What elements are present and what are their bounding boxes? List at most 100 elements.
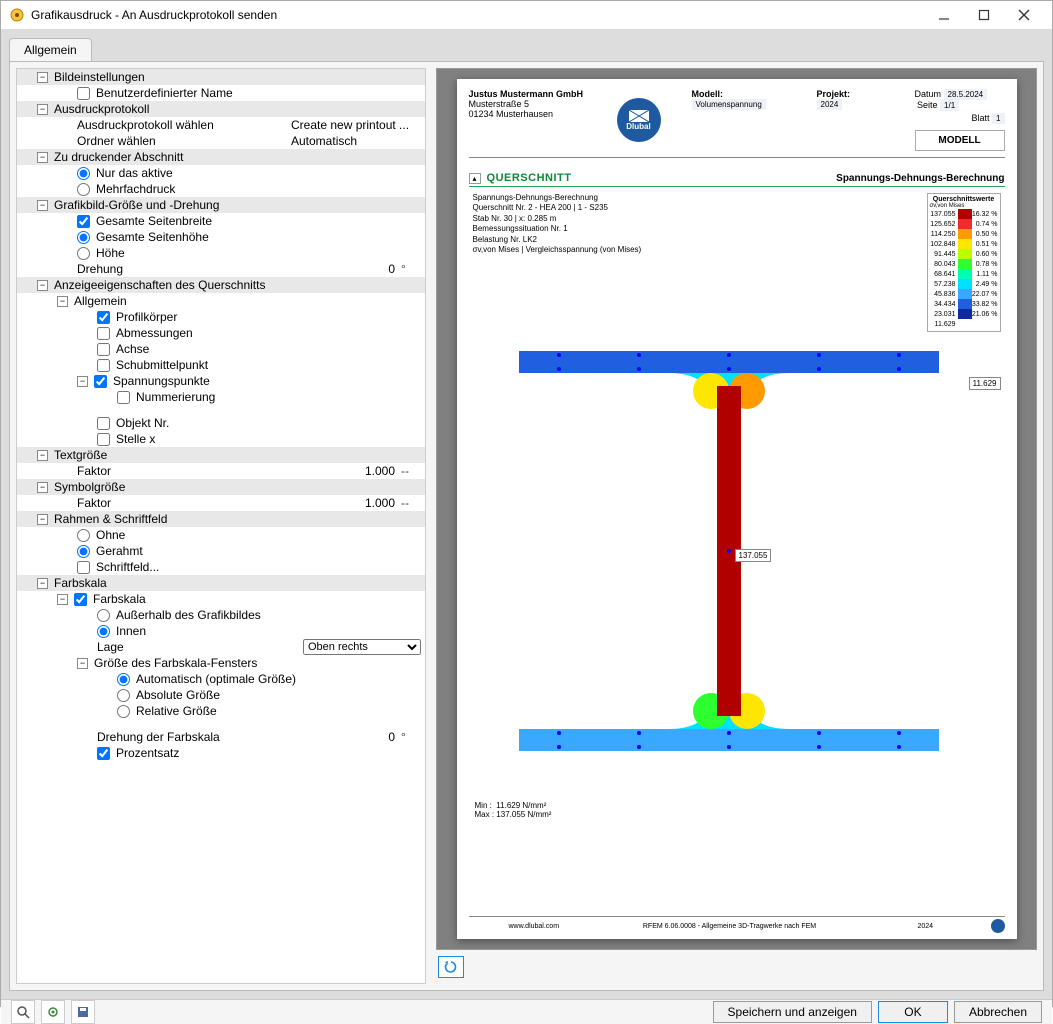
row-stelle-x[interactable]: Stelle x (17, 431, 425, 447)
radio-mehrfachdruck[interactable] (77, 183, 90, 196)
row-nur-das-aktive[interactable]: Nur das aktive (17, 165, 425, 181)
row-gesamte-seitenbreite[interactable]: Gesamte Seitenbreite (17, 213, 425, 229)
collapse-icon[interactable]: − (37, 200, 48, 211)
section-anzeigeeigenschaften: − Anzeigeeigenschaften des Querschnitts (17, 277, 425, 293)
radio-gesamte-seitenhoehe[interactable] (77, 231, 90, 244)
row-benutzerdefinierter-name[interactable]: Benutzerdefinierter Name (17, 85, 425, 101)
refresh-bar (436, 950, 1037, 984)
row-gerahmt[interactable]: Gerahmt (17, 543, 425, 559)
refresh-button[interactable] (438, 956, 464, 978)
row-profilkoerper[interactable]: Profilkörper (17, 309, 425, 325)
maximize-button[interactable] (964, 1, 1004, 29)
val-symbol-faktor[interactable]: 1.000 (331, 496, 401, 510)
row-allgemein[interactable]: − Allgemein (17, 293, 425, 309)
row-hoehe[interactable]: Höhe (17, 245, 425, 261)
row-innen[interactable]: Innen (17, 623, 425, 639)
collapse-icon[interactable]: − (37, 450, 48, 461)
chk-schubmittelpunkt[interactable] (97, 359, 110, 372)
row-spannungspunkte[interactable]: −Spannungspunkte (17, 373, 425, 389)
save-button[interactable] (71, 1000, 95, 1024)
val-ausdruckprotokoll[interactable]: Create new printout ... (291, 118, 421, 132)
radio-absolute-groesse[interactable] (117, 689, 130, 702)
page-header: Justus Mustermann GmbH Musterstraße 5 01… (469, 89, 1005, 158)
row-symbol-faktor[interactable]: Faktor 1.000 -- (17, 495, 425, 511)
row-achse[interactable]: Achse (17, 341, 425, 357)
collapse-icon[interactable]: − (37, 514, 48, 525)
val-ordner[interactable]: Automatisch (291, 134, 421, 148)
minimize-button[interactable] (924, 1, 964, 29)
row-gesamte-seitenhoehe[interactable]: Gesamte Seitenhöhe (17, 229, 425, 245)
section-textgroesse: − Textgröße (17, 447, 425, 463)
collapse-icon[interactable]: − (57, 594, 68, 605)
chk-farbskala[interactable] (74, 593, 87, 606)
row-mehrfachdruck[interactable]: Mehrfachdruck (17, 181, 425, 197)
val-text-faktor[interactable]: 1.000 (331, 464, 401, 478)
radio-ohne[interactable] (77, 529, 90, 542)
header-model: Modell: Volumenspannung (692, 89, 809, 151)
collapse-icon[interactable]: − (37, 482, 48, 493)
row-prozentsatz[interactable]: Prozentsatz (17, 745, 425, 761)
save-and-show-button[interactable]: Speichern und anzeigen (713, 1001, 872, 1023)
chk-profilkoerper[interactable] (97, 311, 110, 324)
cancel-button[interactable]: Abbrechen (954, 1001, 1042, 1023)
chk-spannungspunkte[interactable] (94, 375, 107, 388)
row-schubmittelpunkt[interactable]: Schubmittelpunkt (17, 357, 425, 373)
collapse-icon[interactable]: − (57, 296, 68, 307)
row-text-faktor[interactable]: Faktor 1.000 -- (17, 463, 425, 479)
row-nummerierung[interactable]: Nummerierung (17, 389, 425, 405)
ok-button[interactable]: OK (878, 1001, 948, 1023)
row-ausdruckprotokoll-waehlen[interactable]: Ausdruckprotokoll wählen Create new prin… (17, 117, 425, 133)
radio-nur-das-aktive[interactable] (77, 167, 90, 180)
row-absolute-groesse[interactable]: Absolute Größe (17, 687, 425, 703)
collapse-icon[interactable]: − (37, 152, 48, 163)
chk-prozentsatz[interactable] (97, 747, 110, 760)
row-lage[interactable]: Lage Oben rechts (17, 639, 425, 655)
chk-stelle-x[interactable] (97, 433, 110, 446)
radio-hoehe[interactable] (77, 247, 90, 260)
radio-automatisch[interactable] (117, 673, 130, 686)
row-farbskala-chk[interactable]: −Farbskala (17, 591, 425, 607)
row-drehung-farbskala[interactable]: Drehung der Farbskala 0 ° (17, 729, 425, 745)
close-button[interactable] (1004, 1, 1044, 29)
row-ordner-waehlen[interactable]: Ordner wählen Automatisch (17, 133, 425, 149)
tab-general[interactable]: Allgemein (9, 38, 92, 61)
row-drehung[interactable]: Drehung 0 ° (17, 261, 425, 277)
row-objekt-nr[interactable]: Objekt Nr. (17, 415, 425, 431)
radio-gerahmt[interactable] (77, 545, 90, 558)
radio-ausserhalb[interactable] (97, 609, 110, 622)
row-ausserhalb[interactable]: Außerhalb des Grafikbildes (17, 607, 425, 623)
radio-relative-groesse[interactable] (117, 705, 130, 718)
row-ohne[interactable]: Ohne (17, 527, 425, 543)
radio-innen[interactable] (97, 625, 110, 638)
collapse-icon[interactable]: − (77, 658, 88, 669)
help-button[interactable] (11, 1000, 35, 1024)
chk-achse[interactable] (97, 343, 110, 356)
callout-min: 11.629 (969, 377, 1001, 390)
collapse-icon[interactable]: − (37, 280, 48, 291)
val-drehung-farbskala[interactable]: 0 (331, 730, 401, 744)
collapse-icon[interactable]: − (77, 376, 88, 387)
header-project: Projekt: 2024 (817, 89, 907, 151)
window-title: Grafikausdruck - An Ausdruckprotokoll se… (31, 8, 924, 22)
section-grafikbild-groesse: − Grafikbild-Größe und -Drehung (17, 197, 425, 213)
collapse-icon[interactable]: − (37, 72, 48, 83)
header-date-page: Datum 28.5.2024 Seite 1/1 Blatt 1 MODELL (915, 89, 1005, 151)
row-abmessungen[interactable]: Abmessungen (17, 325, 425, 341)
chk-objekt-nr[interactable] (97, 417, 110, 430)
chk-nummerierung[interactable] (117, 391, 130, 404)
val-drehung[interactable]: 0 (331, 262, 401, 276)
collapse-icon[interactable]: − (37, 104, 48, 115)
row-groesse-farbskala[interactable]: −Größe des Farbskala-Fensters (17, 655, 425, 671)
chk-abmessungen[interactable] (97, 327, 110, 340)
preview-viewport[interactable]: Justus Mustermann GmbH Musterstraße 5 01… (436, 68, 1037, 950)
combo-lage[interactable]: Oben rechts (303, 639, 421, 655)
chk-gesamte-seitenbreite[interactable] (77, 215, 90, 228)
row-automatisch[interactable]: Automatisch (optimale Größe) (17, 671, 425, 687)
collapse-icon[interactable]: − (37, 578, 48, 589)
property-tree: − Bildeinstellungen Benutzerdefinierter … (16, 68, 426, 984)
row-schriftfeld[interactable]: Schriftfeld... (17, 559, 425, 575)
row-relative-groesse[interactable]: Relative Größe (17, 703, 425, 719)
reset-button[interactable] (41, 1000, 65, 1024)
chk-schriftfeld[interactable] (77, 561, 90, 574)
chk-benutzerdefinierter-name[interactable] (77, 87, 90, 100)
